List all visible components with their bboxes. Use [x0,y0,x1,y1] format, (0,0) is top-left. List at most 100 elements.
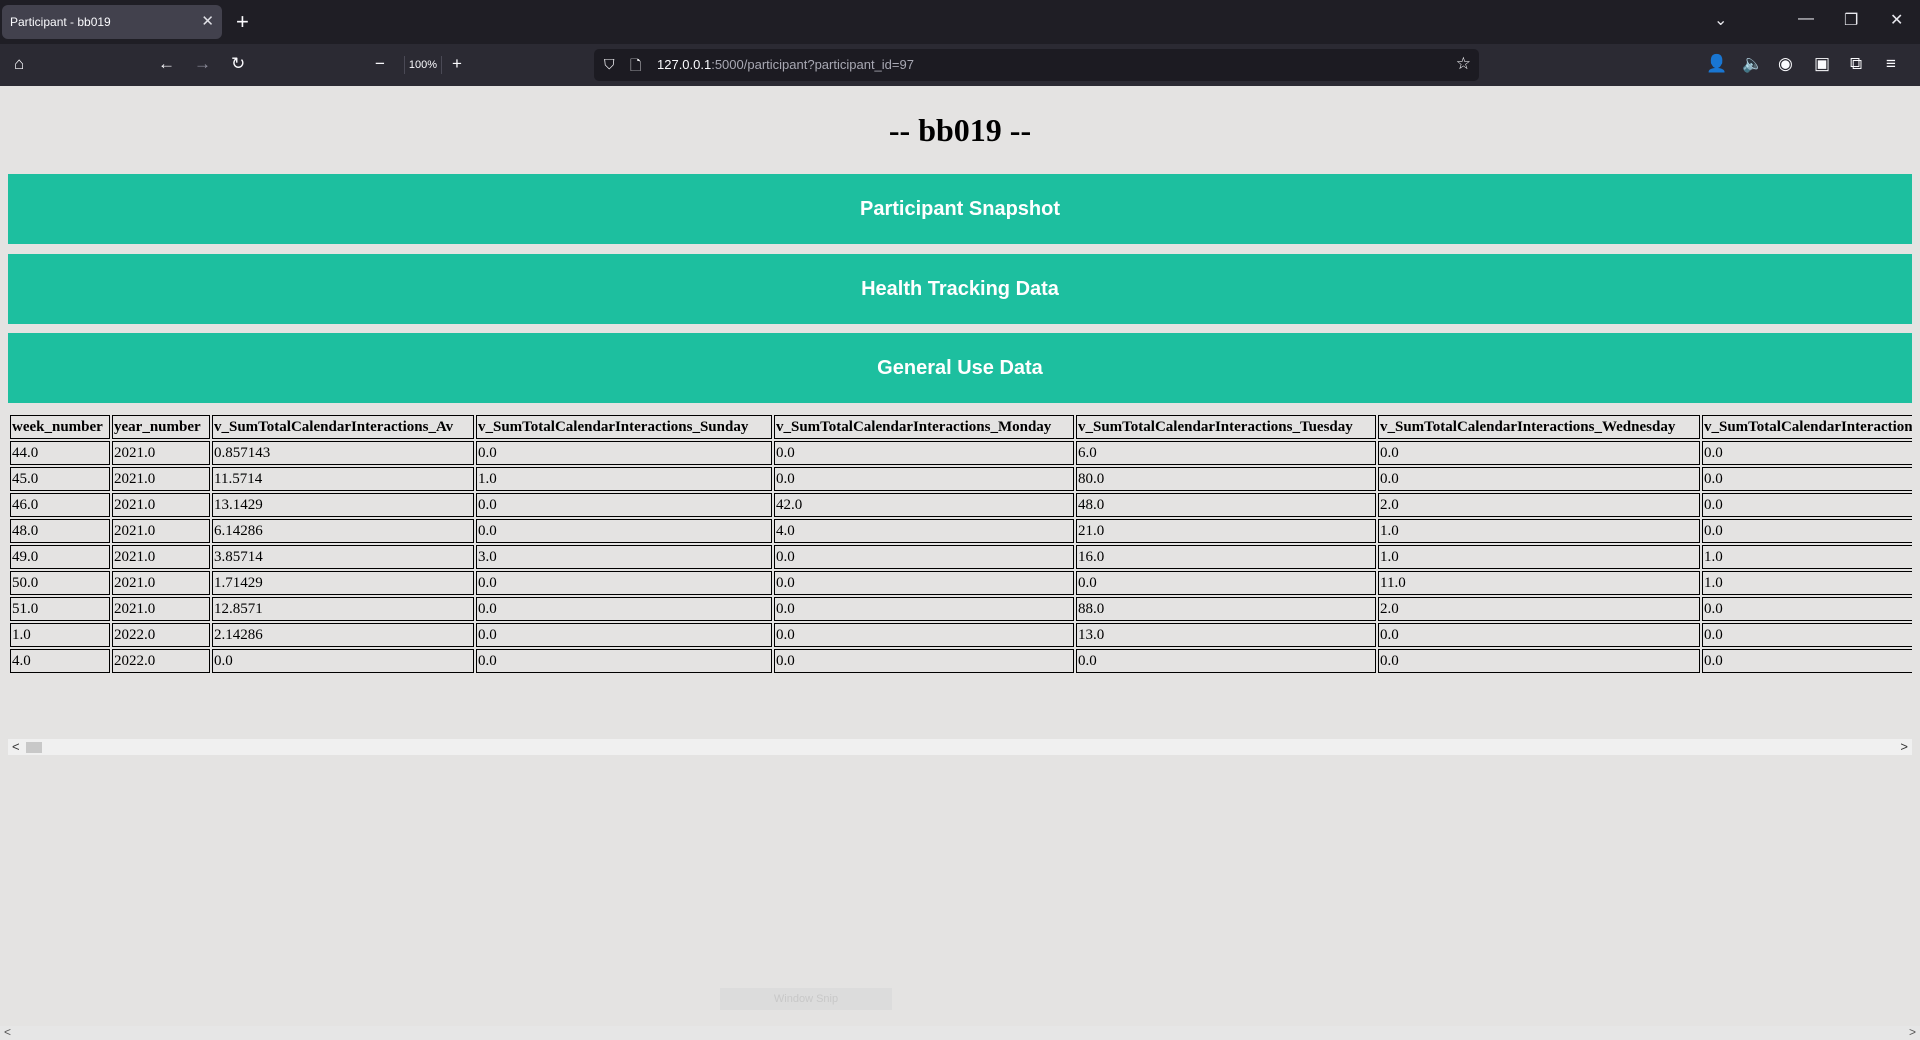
page-content: -- bb019 -- Participant Snapshot Health … [0,86,1920,1040]
mask-icon[interactable]: ◉ [1778,54,1793,74]
table-cell: 0.0 [476,571,772,595]
back-icon[interactable]: ← [158,54,175,74]
table-cell: 16.0 [1076,545,1376,569]
table-cell: 50.0 [10,571,110,595]
table-cell: 49.0 [10,545,110,569]
table-cell: 1.0 [476,467,772,491]
table-cell: 0.0 [1702,441,1912,465]
account-icon[interactable]: 👤 [1706,54,1727,74]
table-cell: 2.0 [1378,493,1700,517]
table-cell: 0.0 [212,649,474,673]
table-horizontal-scrollbar[interactable]: < > [8,739,1912,755]
window-close-icon[interactable]: ✕ [1890,10,1903,30]
window-snip-overlay: Window Snip [720,988,892,1010]
sidebar-icon[interactable]: ▣ [1814,54,1830,74]
forward-icon[interactable]: → [194,54,211,74]
table-cell: 6.0 [1076,441,1376,465]
tab-list-chevron-icon[interactable]: ⌄ [1714,10,1727,30]
health-tracking-data-button[interactable]: Health Tracking Data [8,254,1912,324]
speaker-icon[interactable]: 🔈 [1742,54,1763,74]
table-row: 4.0 2022.0 0.0 0.0 0.0 0.0 0.0 0.0 [10,649,1912,673]
table-cell: 0.0 [1702,493,1912,517]
table-cell: 0.0 [774,597,1074,621]
table-cell: 2021.0 [112,519,210,543]
page-icon[interactable]: 🗋 [630,55,641,79]
table-cell: 45.0 [10,467,110,491]
table-cell: 0.0 [476,649,772,673]
menu-icon[interactable]: ≡ [1886,54,1896,74]
table-cell: 0.0 [476,519,772,543]
scroll-thumb[interactable] [26,742,42,753]
general-use-data-button[interactable]: General Use Data [8,333,1912,403]
table-cell: 2021.0 [112,545,210,569]
table-cell: 13.1429 [212,493,474,517]
table-cell: 1.0 [1702,571,1912,595]
table-cell: 0.0 [1076,571,1376,595]
column-header: v_SumTotalCalendarInteractions_Monday [774,415,1074,439]
table-cell: 4.0 [10,649,110,673]
page-scroll-left-icon[interactable]: < [4,1025,11,1039]
table-cell: 0.0 [1378,467,1700,491]
table-row: 45.0 2021.0 11.5714 1.0 0.0 80.0 0.0 0.0 [10,467,1912,491]
browser-tab-active[interactable]: Participant - bb019 ✕ [2,5,222,39]
reload-icon[interactable]: ↻ [231,54,245,74]
table-cell: 1.0 [1378,519,1700,543]
nav-toolbar: ⌂ ← → ↻ − 100% + ⛉ 🗋 127.0.0.1:5000/part… [0,44,1920,86]
participant-snapshot-button[interactable]: Participant Snapshot [8,174,1912,244]
table-cell: 2021.0 [112,597,210,621]
minimize-icon[interactable]: — [1798,10,1814,28]
data-table-container[interactable]: week_number year_number v_SumTotalCalend… [8,413,1912,743]
table-body: 44.0 2021.0 0.857143 0.0 0.0 6.0 0.0 0.0 45.0 202… [10,441,1912,673]
table-cell: 0.0 [1076,649,1376,673]
table-row: 44.0 2021.0 0.857143 0.0 0.0 6.0 0.0 0.0 [10,441,1912,465]
table-cell: 42.0 [774,493,1074,517]
scroll-right-icon[interactable]: > [1900,739,1908,754]
table-cell: 0.0 [774,571,1074,595]
page-horizontal-scrollbar[interactable]: < > [0,1025,1920,1040]
tab-strip: Participant - bb019 ✕ + ⌄ — ❐ ✕ [0,0,1920,44]
zoom-in-icon[interactable]: + [452,54,462,74]
table-cell: 0.0 [1702,623,1912,647]
extensions-icon[interactable]: ⧉ [1850,54,1862,74]
table-cell: 51.0 [10,597,110,621]
tab-title: Participant - bb019 [10,15,111,29]
table-cell: 0.0 [774,649,1074,673]
tab-close-icon[interactable]: ✕ [201,12,214,30]
table-cell: 0.0 [774,441,1074,465]
table-cell: 48.0 [10,519,110,543]
restore-icon[interactable]: ❐ [1844,10,1858,30]
bookmark-star-icon[interactable]: ☆ [1456,54,1471,74]
data-table: week_number year_number v_SumTotalCalend… [8,413,1912,675]
table-cell: 0.0 [1702,597,1912,621]
url-text[interactable]: 127.0.0.1:5000/participant?participant_i… [657,57,914,72]
zoom-level[interactable]: 100% [404,56,442,74]
column-header: v_SumTotalCalendarInteractions_Tuesday [1076,415,1376,439]
zoom-out-icon[interactable]: − [375,54,385,74]
column-header: year_number [112,415,210,439]
table-cell: 1.0 [10,623,110,647]
home-icon[interactable]: ⌂ [14,54,24,74]
scroll-left-icon[interactable]: < [12,739,20,754]
table-cell: 44.0 [10,441,110,465]
table-cell: 21.0 [1076,519,1376,543]
table-cell: 1.0 [1702,545,1912,569]
table-cell: 0.0 [476,623,772,647]
table-row: 1.0 2022.0 2.14286 0.0 0.0 13.0 0.0 0.0 [10,623,1912,647]
table-cell: 0.0 [1378,441,1700,465]
table-cell: 0.0 [1702,649,1912,673]
table-cell: 0.0 [1378,649,1700,673]
new-tab-button[interactable]: + [236,9,249,35]
table-cell: 11.0 [1378,571,1700,595]
table-cell: 2021.0 [112,441,210,465]
shield-icon[interactable]: ⛉ [604,56,615,73]
table-cell: 2021.0 [112,571,210,595]
address-bar[interactable]: ⛉ 🗋 127.0.0.1:5000/participant?participa… [594,49,1479,81]
table-cell: 0.0 [476,597,772,621]
table-cell: 6.14286 [212,519,474,543]
page-scroll-right-icon[interactable]: > [1909,1025,1916,1039]
table-cell: 0.0 [476,493,772,517]
table-cell: 2.14286 [212,623,474,647]
table-cell: 4.0 [774,519,1074,543]
column-header: v_SumTotalCalendarInteraction [1702,415,1912,439]
table-cell: 1.0 [1378,545,1700,569]
